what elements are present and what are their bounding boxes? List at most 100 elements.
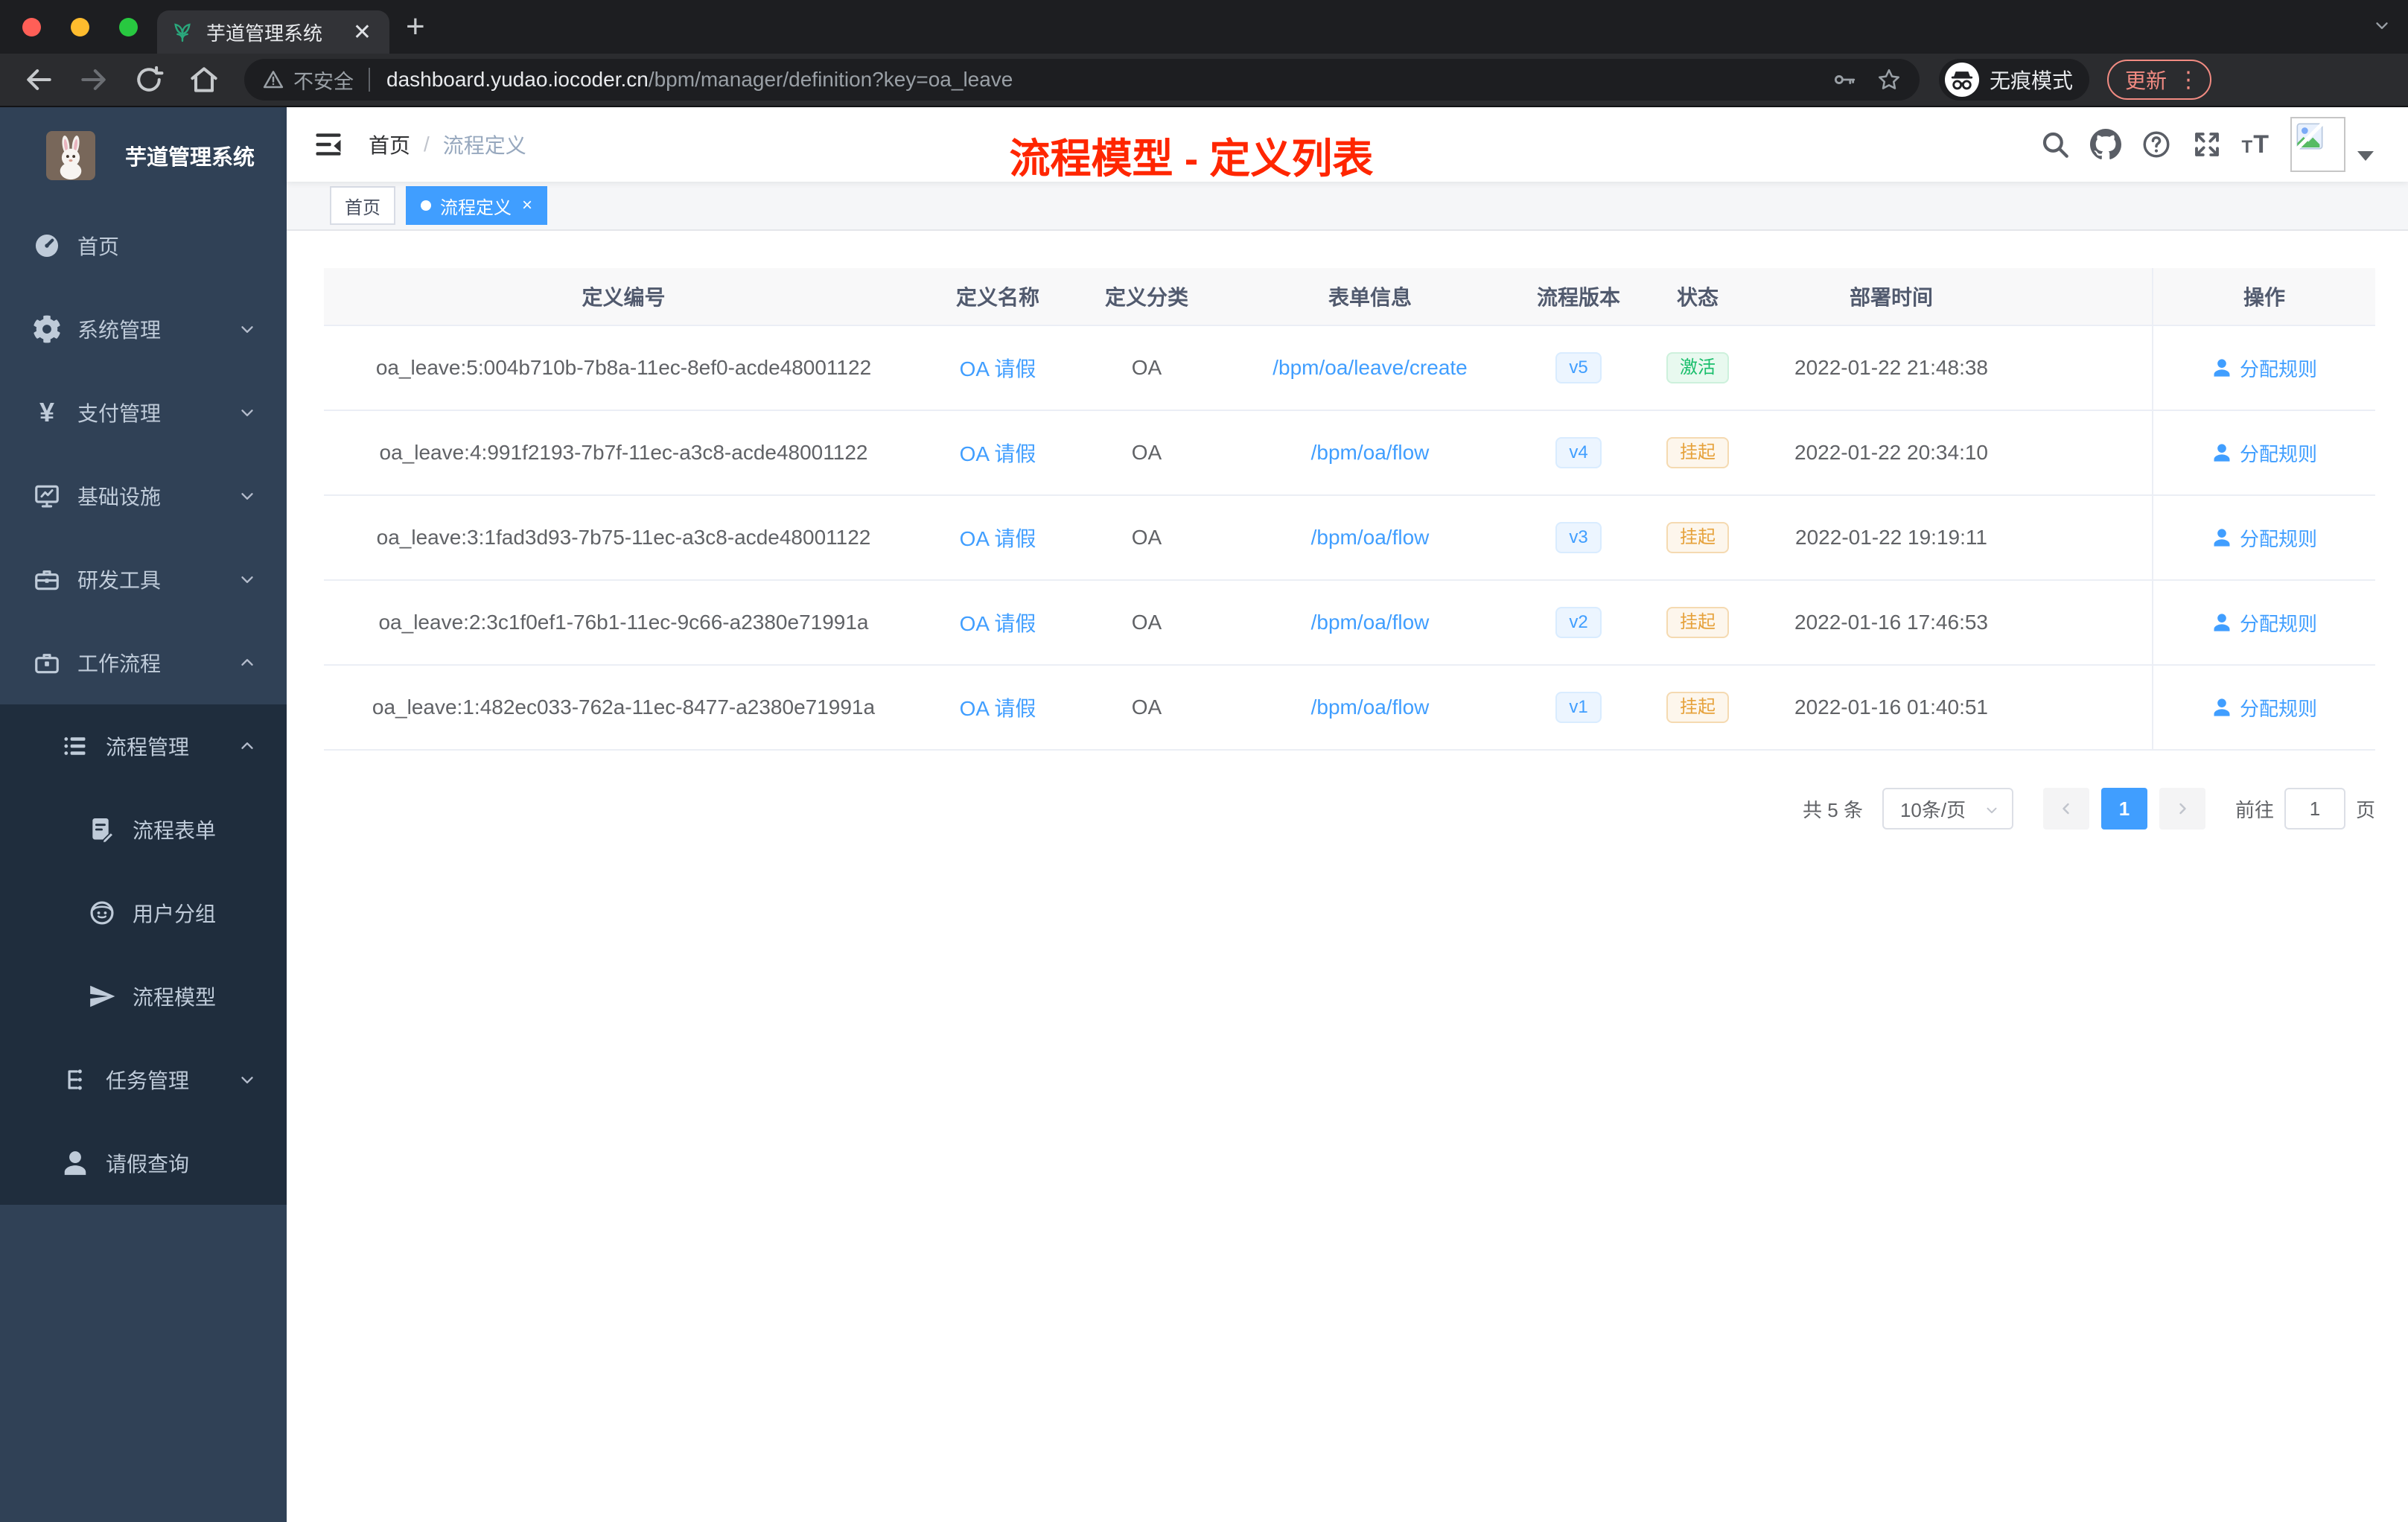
page-number-1[interactable]: 1 [2100,788,2147,830]
reload-icon[interactable] [133,63,165,96]
question-icon[interactable] [2141,129,2172,160]
sidebar-item-label: 首页 [77,235,120,258]
browser-tab[interactable]: 芋道管理系统 ✕ [157,10,389,54]
window-minimize-button[interactable] [71,17,89,36]
sidebar-item-home[interactable]: 首页 [0,204,287,287]
sidebar-item-label: 支付管理 [77,402,162,425]
screen: 芋道管理系统 ✕ + 不安全 dashboard.yudao.iocoder.c… [0,0,2408,1522]
forward-icon[interactable] [77,63,110,96]
definition-name-link[interactable]: OA 请假 [923,496,1072,579]
update-button[interactable]: 更新 ⋮ [2107,60,2212,100]
breadcrumb: 首页 / 流程定义 [369,130,526,159]
sidebar-item-process-model[interactable]: 流程模型 [0,955,287,1038]
home-icon[interactable] [188,63,220,96]
page-annotation: 流程模型 - 定义列表 [1009,136,1374,182]
page-size-select[interactable]: 10条/页 [1882,788,2013,830]
tag-dot-icon [421,200,431,211]
content-area: 定义编号 定义名称 定义分类 表单信息 流程版本 状态 部署时间 操作 oa_leave:5:… [287,231,2408,1522]
sidebar-item-system-management[interactable]: 系统管理 [0,287,287,371]
tabstrip-chevron-icon[interactable] [2372,16,2392,39]
url-path: /bpm/manager/definition?key=oa_leave [648,68,1013,91]
column-header: 定义编号 [582,286,666,309]
sidebar-item-label: 流程管理 [106,736,190,759]
prev-page-button[interactable] [2042,788,2089,830]
sidebar-item-user-group[interactable]: 用户分组 [0,871,287,955]
column-header: 定义分类 [1104,286,1188,309]
sidebar-item-payment-management[interactable]: ¥ 支付管理 [0,371,287,454]
status-badge: 挂起 [1638,411,1757,494]
org-tree-icon [61,1066,89,1094]
assign-rule-link[interactable]: 分配规则 [2152,411,2375,494]
status-badge: 挂起 [1638,496,1757,579]
next-page-button[interactable] [2159,788,2205,830]
sidebar-item-workflow[interactable]: 工作流程 [0,621,287,704]
window-zoom-button[interactable] [119,17,138,36]
sidebar-item-leave-query[interactable]: 请假查询 [0,1121,287,1205]
font-size-icon[interactable]: TT [2242,130,2270,159]
github-icon[interactable] [2089,129,2121,160]
definition-name-link[interactable]: OA 请假 [923,581,1072,664]
chevron-down-icon [238,403,257,422]
address-bar[interactable]: 不安全 dashboard.yudao.iocoder.cn/bpm/manag… [244,59,1920,101]
form-link[interactable]: /bpm/oa/leave/create [1221,326,1519,410]
window-close-button[interactable] [22,17,41,36]
bookmark-star-icon[interactable] [1876,67,1902,92]
assign-rule-link[interactable]: 分配规则 [2152,666,2375,749]
deploy-time-cell: 2022-01-22 19:19:11 [1795,526,1987,549]
assign-rule-link[interactable]: 分配规则 [2152,496,2375,579]
definition-name-link[interactable]: OA 请假 [923,666,1072,749]
sidebar-item-dev-tools[interactable]: 研发工具 [0,538,287,621]
sidebar-item-task-management[interactable]: 任务管理 [0,1038,287,1121]
fullscreen-icon[interactable] [2191,129,2223,160]
column-header: 操作 [2152,268,2375,325]
tab-close-icon[interactable]: ✕ [348,19,376,45]
sidebar-item-process-management[interactable]: 流程管理 [0,704,287,788]
tag-home[interactable]: 首页 [330,186,395,225]
user-icon [2211,357,2232,378]
chevron-up-icon [238,653,257,672]
deploy-time-cell: 2022-01-22 21:48:38 [1794,356,1988,379]
column-header: 状态 [1676,286,1719,309]
search-icon[interactable] [2039,129,2071,160]
toolbox-icon [33,565,61,593]
goto-label: 前往 [2235,798,2274,821]
back-icon[interactable] [22,63,55,96]
sidebar-item-label: 流程表单 [133,819,217,842]
user-avatar[interactable] [2290,117,2345,172]
goto-page-input[interactable] [2284,788,2345,830]
definition-name-link[interactable]: OA 请假 [923,411,1072,494]
definition-id-cell: oa_leave:1:482ec033-762a-11ec-8477-a2380… [372,695,876,719]
table-row: oa_leave:3:1fad3d93-7b75-11ec-a3c8-acde4… [324,496,2375,581]
chevron-up-icon [238,736,257,756]
category-cell: OA [1131,441,1162,464]
pagination: 共 5 条 10条/页 1 前往 页 [287,788,2375,830]
assign-rule-link[interactable]: 分配规则 [2152,581,2375,664]
avatar-caret-icon[interactable] [2357,150,2374,161]
sidebar-item-process-form[interactable]: 流程表单 [0,788,287,871]
tag-process-definition[interactable]: 流程定义 × [406,186,548,225]
favicon-plant-icon [171,20,194,44]
tag-close-icon[interactable]: × [522,195,532,216]
category-cell: OA [1131,611,1162,634]
assign-rule-link[interactable]: 分配规则 [2152,326,2375,410]
column-header: 定义名称 [955,286,1039,309]
row-filler [2025,326,2152,410]
form-link[interactable]: /bpm/oa/flow [1221,411,1519,494]
sidebar-item-infrastructure[interactable]: 基础设施 [0,454,287,538]
new-tab-button[interactable]: + [406,8,425,45]
deploy-time-cell: 2022-01-22 20:34:10 [1794,441,1988,464]
page-unit-label: 页 [2355,798,2375,821]
user-icon [2211,442,2232,463]
version-badge: v3 [1519,496,1638,579]
form-link[interactable]: /bpm/oa/flow [1221,581,1519,664]
form-link[interactable]: /bpm/oa/flow [1221,666,1519,749]
definition-name-link[interactable]: OA 请假 [923,326,1072,410]
hamburger-fold-icon[interactable] [312,128,345,161]
monitor-icon [33,482,61,510]
breadcrumb-home[interactable]: 首页 [369,130,410,159]
key-icon[interactable] [1832,67,1857,92]
more-menu-icon[interactable]: ⋮ [2177,67,2200,93]
form-link[interactable]: /bpm/oa/flow [1221,496,1519,579]
sidebar-logo[interactable]: 芋道管理系统 [0,107,287,204]
person-icon [61,1149,89,1177]
